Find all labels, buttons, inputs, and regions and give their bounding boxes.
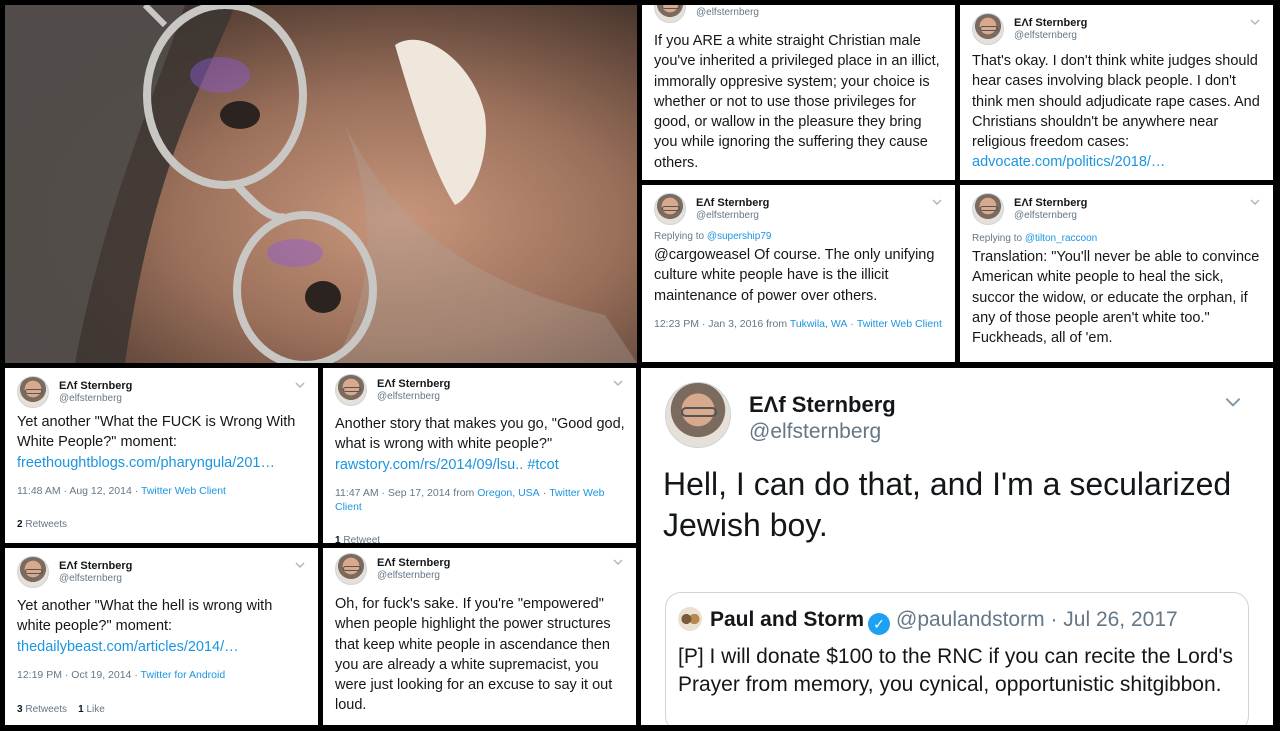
tweet-link[interactable]: thedailybeast.com/articles/2014/… <box>17 639 239 655</box>
tweet-header: ΕΛf Sternberg @elfsternberg <box>335 374 626 408</box>
tweet-text: Another story that makes you go, "Good g… <box>335 416 625 473</box>
tweet-header: ΕΛf Sternberg @elfsternberg <box>972 193 1263 227</box>
quoted-tweet-header: Paul and Storm ✓ @paulandstorm · Jul 26, 2… <box>678 607 1178 635</box>
tweet-card-secularized[interactable]: ΕΛf Sternberg @elfsternberg Hell, I can … <box>641 368 1273 725</box>
verified-badge-icon: ✓ <box>868 613 891 635</box>
author-name[interactable]: ΕΛf Sternberg <box>59 560 132 572</box>
tweet-link[interactable]: advocate.com/politics/2018/… <box>972 154 1165 170</box>
client-link[interactable]: Twitter for Android <box>141 669 226 681</box>
author-name[interactable]: ΕΛf Sternberg <box>377 557 450 569</box>
author-handle[interactable]: @elfsternberg <box>1014 30 1077 41</box>
avatar[interactable] <box>335 553 367 585</box>
replying-to: Replying to @supership79 <box>654 231 772 242</box>
author-name[interactable]: ΕΛf Sternberg <box>696 197 769 209</box>
chevron-down-icon[interactable] <box>294 378 306 390</box>
location-link[interactable]: Tukwila, WA <box>790 318 848 330</box>
author-name[interactable]: ΕΛf Sternberg <box>377 378 450 390</box>
quoted-date: · Jul 26, 2017 <box>1050 608 1178 631</box>
tweet-meta: 11:48 AM · Aug 12, 2014 · Twitter Web Cl… <box>17 485 226 497</box>
tweet-meta: 12:23 PM · Jan 3, 2016 from Tukwila, WA ·… <box>654 318 942 330</box>
author-name[interactable]: ΕΛf Sternberg <box>1014 197 1087 209</box>
tweet-card-freethought[interactable]: ΕΛf Sternberg @elfsternberg Yet another … <box>5 368 318 543</box>
tweet-text: @cargoweasel Of course. The only unifyin… <box>654 247 935 304</box>
tweet-stats: 1 Retweet <box>335 535 380 543</box>
tweet-card-judges[interactable]: ΕΛf Sternberg @elfsternberg That's okay.… <box>960 5 1273 180</box>
tweet-text: Translation: "You'll never be able to co… <box>972 249 1260 347</box>
location-link[interactable]: Oregon, USA <box>477 487 539 499</box>
tweet-meta: 12:19 PM · Oct 19, 2014 · Twitter for An… <box>17 669 226 681</box>
tweet-header: ΕΛf Sternberg @elfsternberg <box>972 13 1263 47</box>
tweet-link[interactable]: rawstory.com/rs/2014/09/lsu.. <box>335 457 523 473</box>
tweet-link[interactable]: freethoughtblogs.com/pharyngula/201… <box>17 455 275 471</box>
tweet-text: Yet another "What the FUCK is Wrong With… <box>17 414 296 471</box>
author-name[interactable]: ΕΛf Sternberg <box>749 392 896 418</box>
tweet-card-dailybeast[interactable]: ΕΛf Sternberg @elfsternberg Yet another … <box>5 548 318 725</box>
tweet-card-empowered[interactable]: ΕΛf Sternberg @elfsternberg Oh, for fuck… <box>323 548 636 725</box>
tweet-text: That's okay. I don't think white judges … <box>972 53 1260 171</box>
like-count[interactable]: 1 <box>78 704 84 715</box>
chevron-down-icon[interactable] <box>1223 392 1243 412</box>
tweet-stats: 3 Retweets 1 Like <box>17 704 105 715</box>
tweet-text: Oh, for fuck's sake. If you're "empowere… <box>335 596 613 714</box>
avatar[interactable] <box>17 376 49 408</box>
author-handle[interactable]: @elfsternberg <box>1014 210 1077 221</box>
author-handle[interactable]: @elfsternberg <box>377 570 440 581</box>
chevron-down-icon[interactable] <box>612 555 624 567</box>
tweet-header: ΕΛf Sternberg @elfsternberg <box>654 193 945 227</box>
author-handle[interactable]: @elfsternberg <box>696 210 759 221</box>
replying-to: Replying to @tilton_raccoon <box>972 233 1098 244</box>
tweet-text: Hell, I can do that, and I'm a seculariz… <box>663 466 1232 543</box>
avatar[interactable] <box>17 556 49 588</box>
face-photo-illustration <box>5 5 637 363</box>
profile-photo <box>5 5 637 363</box>
tweet-header: ΕΛf Sternberg @elfsternberg <box>335 553 626 587</box>
quoted-tweet-text: [P] I will donate $100 to the RNC if you… <box>678 645 1233 696</box>
author-name[interactable]: ΕΛf Sternberg <box>1014 17 1087 29</box>
avatar[interactable] <box>654 5 686 23</box>
chevron-down-icon[interactable] <box>1249 15 1261 27</box>
avatar[interactable] <box>335 374 367 406</box>
client-link[interactable]: Twitter Web Client <box>857 318 942 330</box>
tweet-header: ΕΛf Sternberg @elfsternberg <box>17 556 308 590</box>
author-handle[interactable]: @elfsternberg <box>59 393 122 404</box>
author-handle[interactable]: @elfsternberg <box>696 7 759 18</box>
quoted-author-handle[interactable]: @paulandstorm <box>896 608 1045 631</box>
retweet-count[interactable]: 3 <box>17 704 23 715</box>
tweet-card-unifying-culture[interactable]: ΕΛf Sternberg @elfsternberg Replying to … <box>642 185 955 362</box>
author-handle[interactable]: @elfsternberg <box>59 573 122 584</box>
quoted-avatar[interactable] <box>678 607 702 631</box>
tweet-card-translation[interactable]: ΕΛf Sternberg @elfsternberg Replying to … <box>960 185 1273 362</box>
tweet-text: If you ARE a white straight Christian ma… <box>654 33 940 171</box>
quoted-tweet[interactable]: Paul and Storm ✓ @paulandstorm · Jul 26, 2… <box>665 592 1249 725</box>
reply-to-link[interactable]: @supership79 <box>707 231 772 242</box>
chevron-down-icon[interactable] <box>612 376 624 388</box>
avatar[interactable] <box>665 382 731 448</box>
tweet-card-rawstory[interactable]: ΕΛf Sternberg @elfsternberg Another stor… <box>323 368 636 543</box>
tweet-text: Yet another "What the hell is wrong with… <box>17 598 273 655</box>
tweet-stats: 2 Retweets <box>17 519 68 530</box>
author-handle[interactable]: @elfsternberg <box>377 391 440 402</box>
author-handle[interactable]: @elfsternberg <box>749 420 881 444</box>
client-link[interactable]: Twitter Web Client <box>141 485 226 497</box>
tweet-header: ΕΛf Sternberg @elfsternberg <box>17 376 308 410</box>
retweet-count[interactable]: 2 <box>17 519 23 530</box>
avatar[interactable] <box>972 193 1004 225</box>
reply-to-link[interactable]: @tilton_raccoon <box>1025 233 1097 244</box>
tweet-meta: 11:47 AM · Sep 17, 2014 from Oregon, USA… <box>335 487 605 513</box>
avatar[interactable] <box>972 13 1004 45</box>
retweet-count[interactable]: 1 <box>335 535 341 543</box>
chevron-down-icon[interactable] <box>931 195 943 207</box>
chevron-down-icon[interactable] <box>1249 195 1261 207</box>
avatar[interactable] <box>654 193 686 225</box>
chevron-down-icon[interactable] <box>294 558 306 570</box>
tweet-card-privilege[interactable]: @elfsternberg If you ARE a white straigh… <box>642 5 955 180</box>
hashtag-link[interactable]: #tcot <box>527 457 558 473</box>
author-name[interactable]: ΕΛf Sternberg <box>59 380 132 392</box>
quoted-author-name[interactable]: Paul and Storm <box>710 608 864 631</box>
